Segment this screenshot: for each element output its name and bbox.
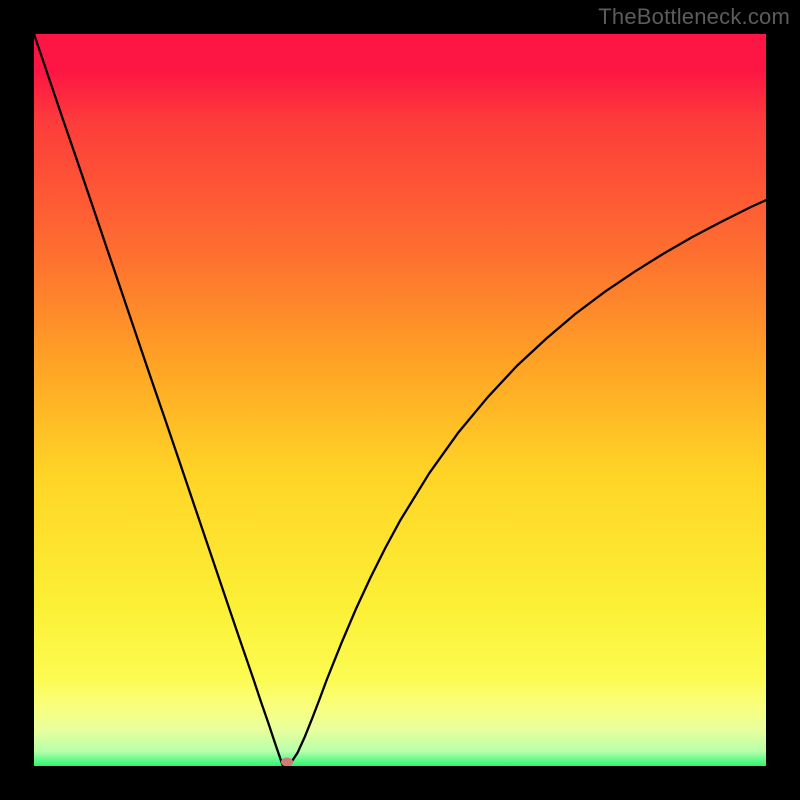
- chart-frame: TheBottleneck.com: [0, 0, 800, 800]
- bottleneck-curve: [34, 34, 766, 766]
- plot-area: [34, 34, 766, 766]
- minimum-marker-icon: [281, 758, 293, 766]
- watermark-text: TheBottleneck.com: [598, 4, 790, 30]
